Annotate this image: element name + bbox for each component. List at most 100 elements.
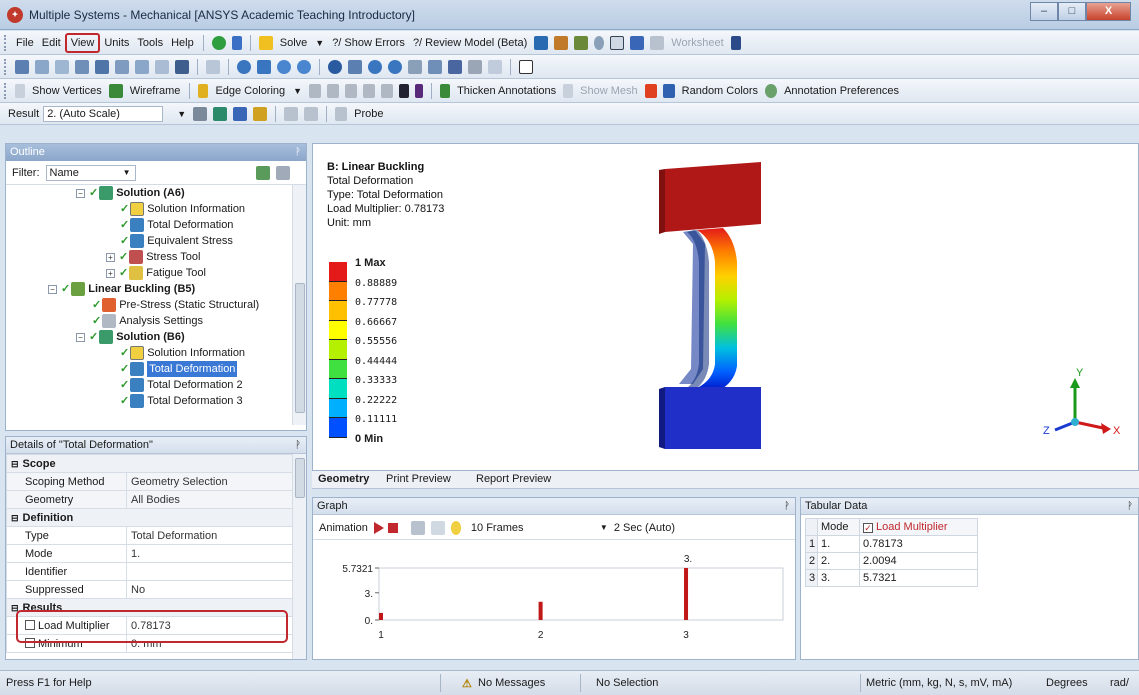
outline-scroll-thumb[interactable]: [295, 283, 305, 413]
review-model-button[interactable]: ?/ Review Model (Beta): [409, 35, 531, 51]
zoom-icon[interactable]: [277, 59, 291, 74]
collapse-icon[interactable]: −: [48, 284, 57, 294]
probe-button[interactable]: Probe: [350, 106, 387, 122]
tab-geometry[interactable]: Geometry: [314, 472, 373, 486]
face-select-icon[interactable]: [75, 59, 89, 74]
status-messages[interactable]: No Messages: [478, 677, 545, 689]
distributed-frames-icon[interactable]: [410, 520, 425, 535]
tree-item[interactable]: ✓ Analysis Settings: [92, 313, 203, 329]
table-icon[interactable]: [534, 35, 549, 50]
frames-dropdown-icon[interactable]: ▼: [600, 523, 608, 532]
max-label-icon[interactable]: [284, 106, 299, 121]
annotation-preferences-button[interactable]: Annotation Preferences: [780, 83, 903, 99]
viewport-layout-icon[interactable]: [519, 59, 533, 74]
mode-value[interactable]: 1.: [126, 544, 294, 563]
filter-apply-icon[interactable]: [255, 165, 270, 180]
min-label-icon[interactable]: [304, 106, 319, 121]
menu-tools[interactable]: Tools: [133, 35, 167, 51]
tag-icon[interactable]: [488, 59, 502, 74]
print-icon[interactable]: [468, 59, 482, 74]
maximize-button[interactable]: □: [1058, 2, 1086, 21]
collapse-icon[interactable]: −: [76, 332, 85, 342]
mode-bar-chart[interactable]: 5.7321 3. 0. 1 2 3 3.: [313, 542, 795, 659]
tree-item[interactable]: ✓ Total Deformation 3: [120, 393, 243, 409]
messages-icon[interactable]: ⚠: [462, 677, 472, 690]
parameter-checkbox[interactable]: [25, 637, 35, 648]
status-rad[interactable]: rad/: [1110, 677, 1129, 689]
wireframe-button[interactable]: Wireframe: [126, 83, 185, 99]
tree-item[interactable]: − ✓ Solution (A6): [76, 185, 185, 201]
column-load-multiplier[interactable]: ✓ Load Multiplier: [859, 518, 978, 536]
previous-view-icon[interactable]: [368, 59, 382, 74]
filter-clear-icon[interactable]: [275, 165, 290, 180]
zoom-to-fit-icon[interactable]: [328, 59, 342, 74]
edge-style-1-icon[interactable]: [309, 83, 322, 98]
tree-item[interactable]: ✓ Solution Information: [120, 345, 245, 361]
stop-icon[interactable]: [387, 522, 398, 533]
edge-select-icon[interactable]: [55, 59, 69, 74]
export-animation-icon[interactable]: [430, 520, 445, 535]
type-value[interactable]: Total Deformation: [126, 526, 294, 545]
load-multiplier-checkbox[interactable]: ✓: [863, 523, 873, 533]
mesh-connection-icon[interactable]: [415, 83, 424, 98]
menu-units[interactable]: Units: [100, 35, 133, 51]
tree-item[interactable]: ✓ Pre-Stress (Static Structural): [92, 297, 259, 313]
details-pin-icon[interactable]: ᚹ: [295, 437, 301, 454]
body-select-icon[interactable]: [95, 59, 109, 74]
toggle-view-icon[interactable]: [448, 59, 462, 74]
tab-report-preview[interactable]: Report Preview: [472, 472, 555, 486]
tree-item[interactable]: ✓ Total Deformation 2: [120, 377, 243, 393]
edge-style-2-icon[interactable]: [327, 83, 340, 98]
parameter-checkbox[interactable]: [25, 619, 35, 630]
table-row[interactable]: 1 1. 0.78173: [805, 535, 978, 553]
pin-icon[interactable]: [594, 35, 605, 50]
show-errors-button[interactable]: ?/ Show Errors: [328, 35, 409, 51]
identifier-value[interactable]: [126, 562, 294, 581]
graphics-viewport[interactable]: B: Linear Buckling Total Deformation Typ…: [312, 143, 1139, 471]
graph-pin-icon[interactable]: ᚹ: [784, 498, 790, 515]
new-analysis-icon[interactable]: [231, 35, 242, 50]
minimize-button[interactable]: –: [1030, 2, 1058, 21]
column-mode[interactable]: Mode: [817, 518, 860, 536]
status-units[interactable]: Metric (mm, kg, N, s, mV, mA): [866, 677, 1012, 689]
status-degrees[interactable]: Degrees: [1046, 677, 1088, 689]
geometry-value[interactable]: All Bodies: [126, 490, 294, 509]
rotate-icon[interactable]: [237, 59, 251, 74]
contour-icon[interactable]: [213, 106, 228, 121]
body-icon[interactable]: [175, 59, 189, 74]
vertex-select-icon[interactable]: [35, 59, 49, 74]
next-view-icon[interactable]: [388, 59, 402, 74]
edge-style-3-icon[interactable]: [345, 83, 358, 98]
extend-select-icon[interactable]: [115, 59, 129, 74]
expand-icon[interactable]: +: [106, 268, 115, 278]
vector-icon[interactable]: [253, 106, 268, 121]
edge-style-4-icon[interactable]: [363, 83, 376, 98]
play-icon[interactable]: [373, 521, 384, 534]
box-select-icon[interactable]: [155, 59, 169, 74]
tree-item[interactable]: ✓ Equivalent Stress: [120, 233, 233, 249]
menu-help[interactable]: Help: [167, 35, 198, 51]
tab-print-preview[interactable]: Print Preview: [382, 472, 455, 486]
edges-icon[interactable]: [233, 106, 248, 121]
arrow-icon[interactable]: [399, 83, 410, 98]
toolbar-grip[interactable]: [4, 34, 8, 51]
expand-icon[interactable]: +: [106, 252, 115, 262]
result-scale-dropdown-icon[interactable]: ▼: [173, 107, 190, 121]
model-view[interactable]: Y X Z: [313, 144, 1138, 470]
table-row[interactable]: 3 3. 5.7321: [805, 569, 978, 587]
group-definition[interactable]: ⊟ Definition: [6, 508, 294, 527]
tabular-pin-icon[interactable]: ᚹ: [1127, 498, 1133, 515]
context-help-icon[interactable]: [730, 35, 741, 50]
pan-icon[interactable]: [257, 59, 271, 74]
select-mode-icon[interactable]: [15, 59, 29, 74]
edge-style-5-icon[interactable]: [381, 83, 394, 98]
geometry-display-icon[interactable]: [193, 106, 208, 121]
collapse-icon[interactable]: −: [76, 188, 85, 198]
check-icon[interactable]: [211, 35, 226, 50]
details-scrollbar[interactable]: [292, 454, 306, 659]
tree-item[interactable]: + ✓ Stress Tool: [106, 249, 200, 265]
lightning-icon[interactable]: [258, 35, 273, 50]
viewports-icon[interactable]: [630, 35, 645, 50]
select-all-icon[interactable]: [135, 59, 149, 74]
table-row[interactable]: 2 2. 2.0094: [805, 552, 978, 570]
